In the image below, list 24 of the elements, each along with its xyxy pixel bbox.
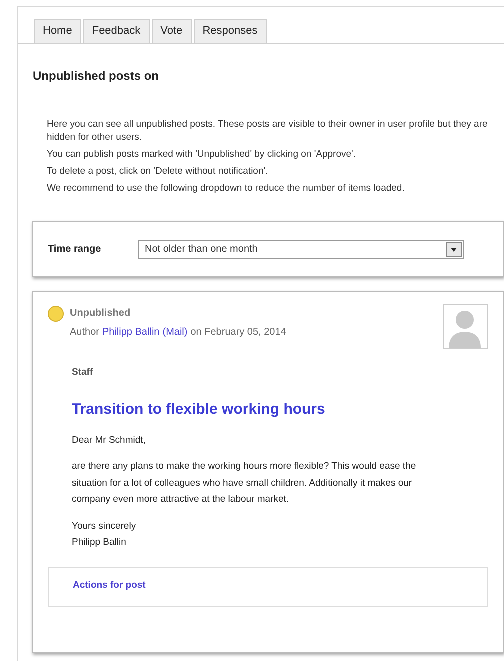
intro-paragraph: You can publish posts marked with 'Unpublished' by clicking on 'Approve'. — [47, 148, 357, 161]
post-category: Staff — [72, 366, 94, 380]
post-signature: Philipp Ballin — [72, 536, 128, 550]
post-body: are there any plans to make the working hours more flexible? This would ease the situation for a lot of colleagues who have small children. Additionally it makes our company even more attractive at the labour market. — [72, 460, 418, 507]
author-link[interactable]: Philipp Ballin — [102, 325, 160, 340]
actions-link[interactable]: Actions for post — [73, 579, 146, 594]
time-range-dropdown[interactable]: Not older than one month — [138, 240, 464, 258]
time-range-label: Time range — [48, 242, 102, 256]
tab[interactable]: Home — [34, 19, 82, 43]
intro-paragraph: To delete a post, click on 'Delete without notification'. — [47, 165, 270, 178]
tab[interactable]: Feedback — [83, 19, 150, 43]
post-closing: Yours sincerely — [72, 520, 138, 534]
post-date: on February 05, 2014 — [190, 326, 286, 340]
tab[interactable]: Vote — [152, 19, 192, 43]
post-title[interactable]: Transition to flexible working hours — [72, 399, 488, 422]
intro-paragraph: Here you can see all unpublished posts. These posts are visible to their owner in user profile but they are hidden for other users. — [47, 118, 489, 144]
page-heading: Unpublished posts on — [33, 68, 160, 85]
intro-paragraph: We recommend to use the following dropdown to reduce the number of items loaded. — [47, 182, 406, 195]
post-status: Unpublished — [70, 307, 132, 321]
tab[interactable]: Responses — [194, 19, 267, 43]
mail-link[interactable]: (Mail) — [162, 325, 188, 340]
avatar-icon — [443, 304, 488, 349]
author-label: Author — [70, 326, 100, 340]
post-greeting: Dear Mr Schmidt, — [72, 434, 147, 448]
